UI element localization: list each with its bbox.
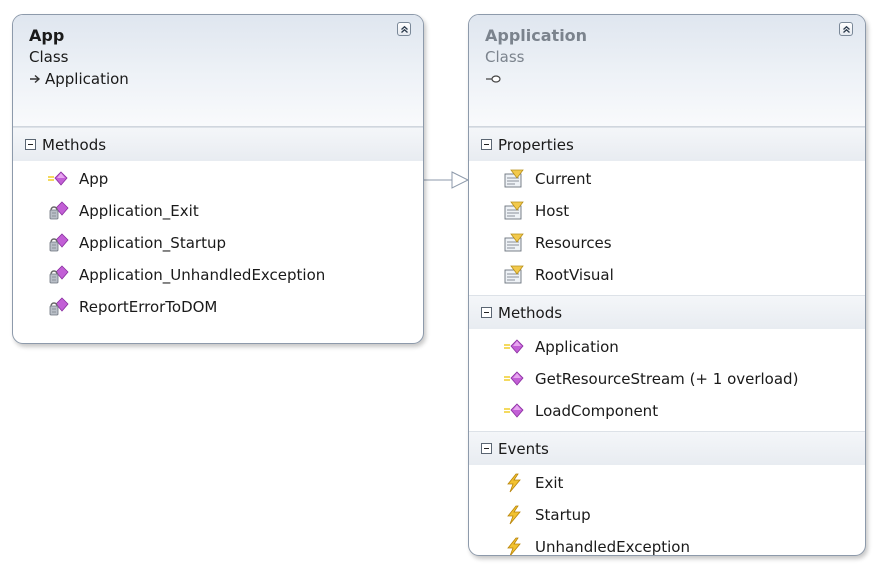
method-private-icon: [47, 297, 69, 317]
collapse-section-icon[interactable]: [481, 139, 492, 150]
class-header: App Class Application: [13, 15, 423, 127]
base-class: Application: [29, 67, 423, 91]
collapse-button[interactable]: [397, 22, 411, 36]
member-name: Startup: [535, 506, 591, 524]
member-row[interactable]: Application_UnhandledException: [13, 259, 423, 291]
class-header: Application Class: [469, 15, 865, 127]
property-icon: [503, 201, 525, 221]
member-name: RootVisual: [535, 266, 614, 284]
section-methods: Methods Application GetResourceStream (+…: [469, 295, 865, 431]
member-row[interactable]: UnhandledException: [469, 531, 865, 556]
method-private-icon: [47, 265, 69, 285]
section-label: Properties: [498, 135, 574, 154]
class-stereotype: Class: [485, 48, 525, 66]
member-name: ReportErrorToDOM: [79, 298, 218, 316]
inheritance-arrowhead: [451, 171, 470, 189]
member-row[interactable]: Exit: [469, 467, 865, 499]
member-row[interactable]: Current: [469, 163, 865, 195]
property-icon: [503, 265, 525, 285]
section-events: Events Exit Startup UnhandledException: [469, 431, 865, 556]
method-public-icon: [503, 337, 525, 357]
member-row[interactable]: GetResourceStream (+ 1 overload): [469, 363, 865, 395]
interface-lollipop-icon: [485, 67, 501, 91]
lollipop-interface: [485, 67, 865, 91]
member-row[interactable]: App: [13, 163, 423, 195]
section-label: Events: [498, 439, 549, 458]
class-box-app[interactable]: App Class Application Methods App Applic…: [12, 14, 424, 344]
collapse-section-icon[interactable]: [481, 443, 492, 454]
member-name: App: [79, 170, 109, 188]
member-name: Application_Exit: [79, 202, 199, 220]
member-name: UnhandledException: [535, 538, 690, 556]
method-private-icon: [47, 201, 69, 221]
section-header-methods[interactable]: Methods: [469, 295, 865, 329]
member-row[interactable]: Host: [469, 195, 865, 227]
method-public-icon: [503, 369, 525, 389]
member-row[interactable]: ReportErrorToDOM: [13, 291, 423, 323]
collapse-section-icon[interactable]: [481, 307, 492, 318]
member-name: LoadComponent: [535, 402, 659, 420]
section-methods: Methods App Application_Exit Application…: [13, 127, 423, 327]
member-name: Current: [535, 170, 592, 188]
collapse-section-icon[interactable]: [25, 139, 36, 150]
method-private-icon: [47, 233, 69, 253]
section-properties: Properties Current Host Resources RootVi…: [469, 127, 865, 295]
section-label: Methods: [498, 303, 563, 322]
class-title: App: [29, 26, 65, 45]
property-icon: [503, 233, 525, 253]
member-name: Application: [535, 338, 619, 356]
event-icon: [503, 473, 525, 493]
collapse-button[interactable]: [839, 22, 853, 36]
event-icon: [503, 537, 525, 555]
class-stereotype: Class: [29, 48, 69, 66]
member-name: Exit: [535, 474, 564, 492]
inherits-arrow-icon: [29, 67, 41, 91]
member-name: GetResourceStream (+ 1 overload): [535, 370, 799, 388]
member-row[interactable]: Application_Startup: [13, 227, 423, 259]
member-row[interactable]: Resources: [469, 227, 865, 259]
member-row[interactable]: Application_Exit: [13, 195, 423, 227]
class-title: Application: [485, 26, 588, 45]
member-name: Application_UnhandledException: [79, 266, 326, 284]
method-public-icon: [47, 169, 69, 189]
section-header-events[interactable]: Events: [469, 431, 865, 465]
member-row[interactable]: RootVisual: [469, 259, 865, 291]
member-name: Host: [535, 202, 570, 220]
member-row[interactable]: Application: [469, 331, 865, 363]
method-public-icon: [503, 401, 525, 421]
section-label: Methods: [42, 135, 107, 154]
member-row[interactable]: Startup: [469, 499, 865, 531]
member-name: Application_Startup: [79, 234, 226, 252]
section-header-methods[interactable]: Methods: [13, 127, 423, 161]
double-chevron-up-icon: [400, 25, 409, 34]
event-icon: [503, 505, 525, 525]
property-icon: [503, 169, 525, 189]
base-class-name: Application: [45, 70, 129, 88]
member-name: Resources: [535, 234, 612, 252]
class-box-application[interactable]: Application Class Properties Current Hos…: [468, 14, 866, 556]
member-row[interactable]: LoadComponent: [469, 395, 865, 427]
double-chevron-up-icon: [842, 25, 851, 34]
section-header-properties[interactable]: Properties: [469, 127, 865, 161]
